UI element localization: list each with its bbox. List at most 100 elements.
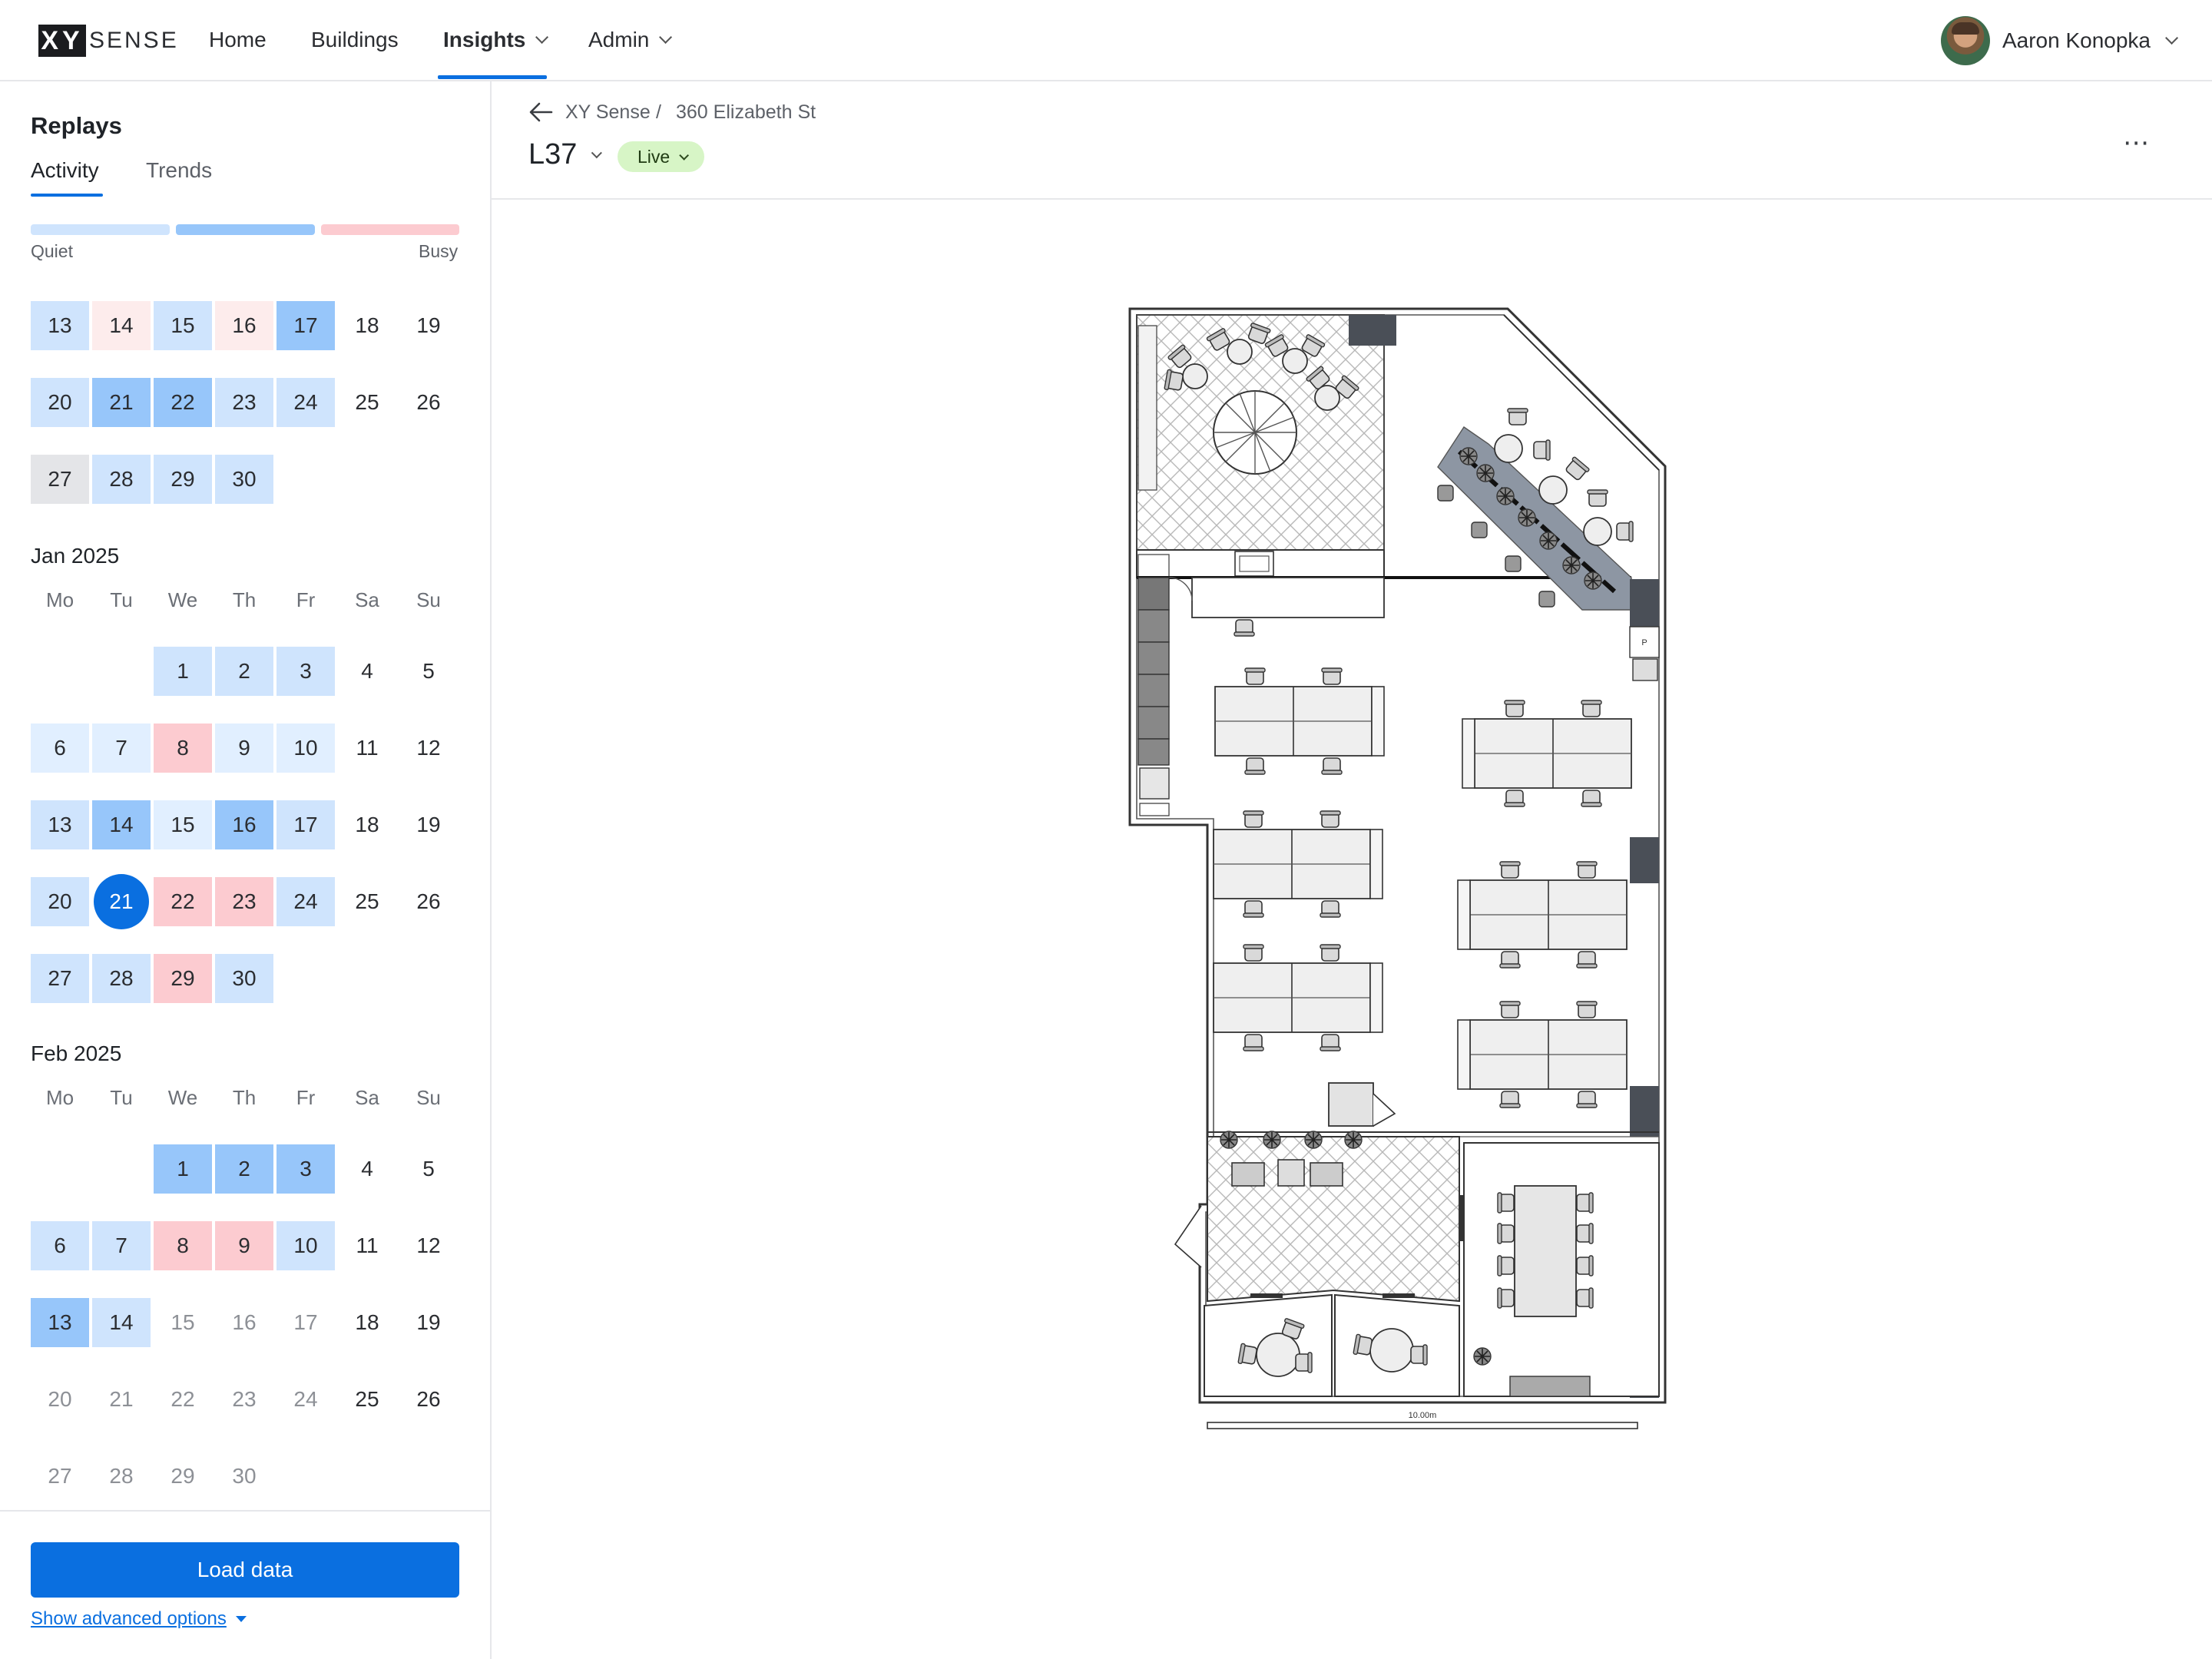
calendar-day[interactable]: 7: [92, 724, 151, 773]
calendar-day[interactable]: 6: [31, 1221, 89, 1270]
live-status-badge[interactable]: Live: [618, 141, 705, 172]
calendar-day[interactable]: 24: [276, 877, 335, 926]
calendar-day[interactable]: 21: [92, 1375, 151, 1424]
calendar-day[interactable]: 23: [215, 378, 273, 427]
calendar-day[interactable]: 22: [154, 378, 212, 427]
calendar-day[interactable]: 9: [215, 724, 273, 773]
calendar-day[interactable]: 27: [31, 455, 89, 504]
calendar-day[interactable]: 15: [154, 800, 212, 849]
calendar-day[interactable]: 11: [338, 724, 396, 773]
calendar-day[interactable]: 8: [154, 1221, 212, 1270]
nav-home[interactable]: Home: [209, 0, 267, 80]
more-options-icon[interactable]: ⋯: [2123, 127, 2151, 158]
advanced-options-label: Show advanced options: [31, 1608, 227, 1629]
banquette-seating: [1137, 577, 1170, 816]
calendar-day[interactable]: 20: [31, 378, 89, 427]
xy-sense-logo[interactable]: XY SENSE: [38, 25, 179, 57]
calendar-day[interactable]: 23: [215, 877, 273, 926]
calendar-day[interactable]: 14: [92, 800, 151, 849]
calendar-day[interactable]: 14: [92, 301, 151, 350]
calendar-day[interactable]: 24: [276, 378, 335, 427]
calendar-day[interactable]: 24: [276, 1375, 335, 1424]
calendar-day[interactable]: 10: [276, 1221, 335, 1270]
nav-buildings[interactable]: Buildings: [311, 0, 399, 80]
calendar-day[interactable]: 19: [399, 1298, 458, 1347]
calendar-day[interactable]: 26: [399, 877, 458, 926]
calendar-day[interactable]: 20: [31, 1375, 89, 1424]
calendar-day[interactable]: 2: [215, 647, 273, 696]
calendar-day[interactable]: 16: [215, 1298, 273, 1347]
floor-selector[interactable]: L37: [528, 138, 603, 171]
calendar-day[interactable]: 11: [338, 1221, 396, 1270]
calendar-day[interactable]: 6: [31, 724, 89, 773]
calendar-day[interactable]: 12: [399, 724, 458, 773]
calendar-day[interactable]: 17: [276, 800, 335, 849]
calendar-day[interactable]: 3: [276, 647, 335, 696]
calendar-day[interactable]: 30: [215, 954, 273, 1003]
floorplan[interactable]: P 10.00m: [492, 201, 2212, 1659]
calendar-day[interactable]: 17: [276, 301, 335, 350]
calendar-day[interactable]: 16: [215, 301, 273, 350]
calendar-day[interactable]: 28: [92, 1452, 151, 1501]
calendar-day[interactable]: 30: [215, 455, 273, 504]
calendar-day[interactable]: 22: [154, 1375, 212, 1424]
calendar-day[interactable]: 28: [92, 455, 151, 504]
calendar-day[interactable]: 14: [92, 1298, 151, 1347]
floor-name: L37: [528, 138, 578, 171]
calendar-day[interactable]: 20: [31, 877, 89, 926]
user-menu[interactable]: Aaron Konopka: [1940, 15, 2179, 66]
calendar-day[interactable]: 26: [399, 1375, 458, 1424]
calendar-day[interactable]: 13: [31, 800, 89, 849]
calendar-day[interactable]: 19: [399, 800, 458, 849]
calendar-day[interactable]: 4: [338, 647, 396, 696]
calendar-day[interactable]: 18: [338, 1298, 396, 1347]
calendar-day[interactable]: 12: [399, 1221, 458, 1270]
calendar-day[interactable]: 15: [154, 1298, 212, 1347]
breadcrumb-org[interactable]: XY Sense: [565, 101, 651, 124]
calendar-day[interactable]: 22: [154, 877, 212, 926]
calendar-day[interactable]: 25: [338, 877, 396, 926]
calendar-day[interactable]: 17: [276, 1298, 335, 1347]
calendar-day[interactable]: 1: [154, 647, 212, 696]
calendar-day[interactable]: 27: [31, 954, 89, 1003]
calendar-day[interactable]: 25: [338, 1375, 396, 1424]
calendar-day[interactable]: 29: [154, 1452, 212, 1501]
calendar-day[interactable]: 21: [92, 378, 151, 427]
breadcrumb-building[interactable]: 360 Elizabeth St: [676, 101, 816, 124]
calendar-day[interactable]: 5: [399, 1144, 458, 1194]
tab-trends[interactable]: Trends: [146, 158, 212, 183]
calendar-day[interactable]: 13: [31, 1298, 89, 1347]
calendar-day[interactable]: 9: [215, 1221, 273, 1270]
calendar-day[interactable]: 16: [215, 800, 273, 849]
advanced-options-link[interactable]: Show advanced options: [31, 1608, 247, 1630]
calendar-day[interactable]: 18: [338, 301, 396, 350]
calendar-day[interactable]: 2: [215, 1144, 273, 1194]
calendar-day[interactable]: 25: [338, 378, 396, 427]
calendar-day[interactable]: 5: [399, 647, 458, 696]
weekday-label: Su: [416, 1086, 441, 1109]
calendar-day[interactable]: 8: [154, 724, 212, 773]
calendar-day[interactable]: 29: [154, 954, 212, 1003]
calendar-day[interactable]: 29: [154, 455, 212, 504]
load-data-button[interactable]: Load data: [31, 1542, 459, 1598]
calendar-day[interactable]: 4: [338, 1144, 396, 1194]
calendar-day[interactable]: 18: [338, 800, 396, 849]
calendar-day[interactable]: 3: [276, 1144, 335, 1194]
back-arrow-icon[interactable]: [528, 101, 553, 123]
tab-activity[interactable]: Activity: [31, 158, 99, 183]
calendar-day[interactable]: 13: [31, 301, 89, 350]
calendar-day[interactable]: 23: [215, 1375, 273, 1424]
calendar-day[interactable]: 19: [399, 301, 458, 350]
calendar-day-selected[interactable]: 21: [94, 874, 149, 929]
calendar-day[interactable]: 26: [399, 378, 458, 427]
calendar-day[interactable]: 28: [92, 954, 151, 1003]
active-tab-indicator: [31, 194, 103, 197]
calendar-day[interactable]: 7: [92, 1221, 151, 1270]
nav-admin[interactable]: Admin: [588, 0, 673, 80]
calendar-day[interactable]: 10: [276, 724, 335, 773]
calendar-day[interactable]: 30: [215, 1452, 273, 1501]
nav-insights[interactable]: Insights: [443, 0, 549, 80]
calendar-day[interactable]: 27: [31, 1452, 89, 1501]
calendar-day[interactable]: 15: [154, 301, 212, 350]
calendar-day[interactable]: 1: [154, 1144, 212, 1194]
